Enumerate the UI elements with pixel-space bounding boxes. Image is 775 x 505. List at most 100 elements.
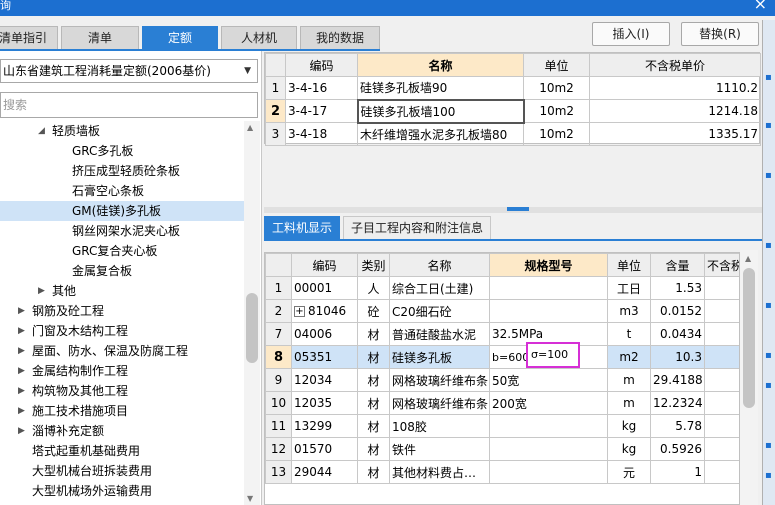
- cell-name[interactable]: 硅镁多孔板: [389, 345, 490, 369]
- cell-spec[interactable]: 50宽: [489, 368, 608, 392]
- expand-plus-icon[interactable]: +: [294, 306, 305, 317]
- tab-sub-item-info[interactable]: 子目工程内容和附注信息: [343, 216, 491, 240]
- chevron-right-icon[interactable]: ▶: [18, 341, 25, 361]
- cell-price[interactable]: [704, 391, 739, 415]
- tree-node[interactable]: GRC多孔板: [0, 141, 244, 161]
- table-row[interactable]: 9 12034 材 网格玻璃纤维布条 50宽 m 29.4188: [265, 368, 739, 392]
- cell-unit[interactable]: 10m2: [523, 122, 590, 146]
- cell-qty[interactable]: 0.5926: [650, 437, 705, 461]
- column-header-price[interactable]: 不含税单价: [589, 53, 761, 77]
- tree-node[interactable]: 大型机械场外运输费用: [0, 481, 244, 501]
- column-header-unit[interactable]: 单位: [523, 53, 590, 77]
- cell-price[interactable]: 1335.17: [589, 122, 761, 146]
- cell-unit[interactable]: 10m2: [523, 76, 590, 100]
- column-header-unit[interactable]: 单位: [607, 253, 651, 277]
- cell-qty[interactable]: 0.0152: [650, 299, 705, 323]
- table-row[interactable]: 1 3-4-16 硅镁多孔板墙90 10m2 1110.2: [265, 76, 761, 100]
- cell-type[interactable]: 材: [357, 460, 390, 484]
- cell-unit[interactable]: t: [607, 322, 651, 346]
- table-row[interactable]: 1 00001 人 综合工日(土建) 工日 1.53: [265, 276, 739, 300]
- cell-price[interactable]: 2: [704, 322, 739, 346]
- table-row[interactable]: 10 12035 材 网格玻璃纤维布条 200宽 m 12.2324: [265, 391, 739, 415]
- cell-code[interactable]: 3-4-17: [285, 99, 358, 123]
- cell-price[interactable]: 22: [704, 299, 739, 323]
- table-row-selected[interactable]: 8 05351 材 硅镁多孔板 b=600 m2 10.3 9: [265, 345, 739, 369]
- chevron-right-icon[interactable]: ▶: [18, 321, 25, 341]
- cell-unit[interactable]: kg: [607, 437, 651, 461]
- tab-material-display[interactable]: 工料机显示: [264, 216, 340, 240]
- cell-price[interactable]: [704, 276, 739, 300]
- cell-qty[interactable]: 1: [650, 460, 705, 484]
- cell-code[interactable]: 01570: [291, 437, 358, 461]
- cell-qty[interactable]: 0.0434: [650, 322, 705, 346]
- chevron-right-icon[interactable]: ▶: [38, 281, 45, 301]
- splitter-grip[interactable]: [507, 207, 529, 211]
- scroll-down-icon[interactable]: ▼: [247, 494, 253, 503]
- tree-node[interactable]: ▶ 构筑物及其他工程: [0, 381, 244, 401]
- tree-node[interactable]: ▶ 门窗及木结构工程: [0, 321, 244, 341]
- cell-qty[interactable]: 12.2324: [650, 391, 705, 415]
- tree-node[interactable]: ▶ 其他: [0, 281, 244, 301]
- cell-unit[interactable]: 10m2: [523, 99, 590, 123]
- cell-price[interactable]: 1214.18: [589, 99, 761, 123]
- cell-qty[interactable]: 29.4188: [650, 368, 705, 392]
- cell-name[interactable]: 综合工日(土建): [389, 276, 490, 300]
- pane-splitter[interactable]: [264, 207, 775, 213]
- table-row[interactable]: 2 +81046 砼 C20细石砼 m3 0.0152 22: [265, 299, 739, 323]
- tab-quota[interactable]: 定额: [142, 26, 218, 49]
- tree-node[interactable]: 挤压成型轻质砼条板: [0, 161, 244, 181]
- column-header-spec[interactable]: 规格型号: [489, 253, 608, 277]
- cell-unit[interactable]: 元: [607, 460, 651, 484]
- table-row[interactable]: 7 04006 材 普通硅酸盐水泥 32.5MPa t 0.0434 2: [265, 322, 739, 346]
- chevron-right-icon[interactable]: ▶: [18, 401, 25, 421]
- column-header-price[interactable]: 不含税: [704, 253, 739, 277]
- scrollbar-thumb[interactable]: [246, 293, 258, 363]
- tree-node[interactable]: ▶ 淄博补充定额: [0, 421, 244, 441]
- tab-list-guide[interactable]: 清单指引: [0, 26, 58, 49]
- quota-library-select[interactable]: 山东省建筑工程消耗量定额(2006基价) ▼: [0, 59, 258, 83]
- cell-name[interactable]: 108胶: [389, 414, 490, 438]
- tree-scrollbar[interactable]: ▲ ▼: [244, 121, 260, 505]
- tree-node-selected[interactable]: GM(硅镁)多孔板: [0, 201, 244, 221]
- cell-unit[interactable]: kg: [607, 414, 651, 438]
- spec-edit-input[interactable]: σ=100: [526, 342, 580, 368]
- cell-qty[interactable]: 10.3: [650, 345, 705, 369]
- tree-node[interactable]: ▶ 钢筋及砼工程: [0, 301, 244, 321]
- tree-node[interactable]: ▶ 施工技术措施项目: [0, 401, 244, 421]
- cell-code[interactable]: 00001: [291, 276, 358, 300]
- chevron-right-icon[interactable]: ▶: [18, 301, 25, 321]
- cell-price[interactable]: 9: [704, 345, 739, 369]
- tree-node[interactable]: ▶ 屋面、防水、保温及防腐工程: [0, 341, 244, 361]
- cell-price[interactable]: [704, 414, 739, 438]
- cell-spec[interactable]: 200宽: [489, 391, 608, 415]
- cell-price[interactable]: [704, 437, 739, 461]
- cell-price[interactable]: [704, 368, 739, 392]
- cell-name[interactable]: 其他材料费占…: [389, 460, 490, 484]
- cell-code[interactable]: 05351: [291, 345, 358, 369]
- cell-spec[interactable]: [489, 276, 608, 300]
- table-row-current[interactable]: 2 3-4-17 硅镁多孔板墙100 10m2 1214.18: [265, 98, 761, 124]
- cell-type[interactable]: 材: [357, 345, 390, 369]
- tree-node[interactable]: ▶ 金属结构制作工程: [0, 361, 244, 381]
- cell-type[interactable]: 材: [357, 437, 390, 461]
- cell-code[interactable]: 3-4-16: [285, 76, 358, 100]
- chevron-right-icon[interactable]: ▶: [18, 361, 25, 381]
- cell-spec[interactable]: [489, 414, 608, 438]
- table-row[interactable]: 11 13299 材 108胶 kg 5.78: [265, 414, 739, 438]
- cell-name[interactable]: 普通硅酸盐水泥: [389, 322, 490, 346]
- cell-type[interactable]: 材: [357, 391, 390, 415]
- close-icon[interactable]: ×: [754, 0, 767, 13]
- chevron-down-icon[interactable]: ◢: [38, 121, 45, 141]
- tab-list[interactable]: 清单: [61, 26, 139, 49]
- column-header-code[interactable]: 编码: [291, 253, 358, 277]
- scrollbar-thumb[interactable]: [743, 268, 755, 408]
- column-header-code[interactable]: 编码: [285, 53, 358, 77]
- column-header-name[interactable]: 名称: [357, 53, 524, 77]
- tree-node[interactable]: 石膏空心条板: [0, 181, 244, 201]
- insert-button[interactable]: 插入(I): [592, 22, 670, 46]
- cell-spec[interactable]: [489, 299, 608, 323]
- cell-code[interactable]: 12035: [291, 391, 358, 415]
- tree-node[interactable]: GRC复合夹心板: [0, 241, 244, 261]
- cell-unit[interactable]: m: [607, 368, 651, 392]
- chevron-right-icon[interactable]: ▶: [18, 421, 25, 441]
